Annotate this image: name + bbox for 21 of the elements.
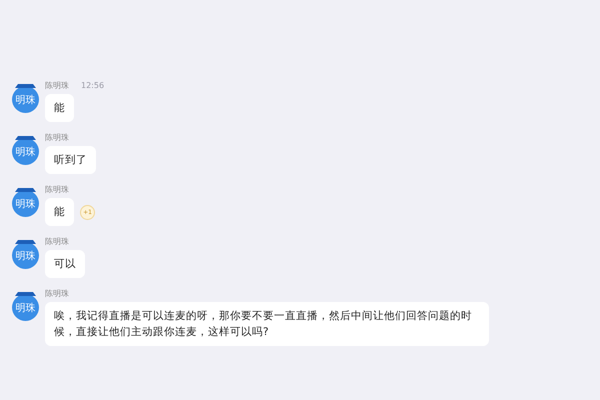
message-bubble: 唉，我记得直播是可以连麦的呀，那你要不要一直直播，然后中间让他们回答问题的时候，直接让他们主动跟你连麦，这样可以吗? xyxy=(45,302,489,346)
ribbon-icon xyxy=(15,240,36,245)
sender-name: 陈明珠 xyxy=(45,80,69,91)
message-bubble: 听到了 xyxy=(45,146,96,174)
ribbon-icon xyxy=(15,136,36,141)
sender-name: 陈明珠 xyxy=(45,132,69,143)
message-bubble: 能 xyxy=(45,198,74,226)
avatar[interactable]: 明珠 xyxy=(12,138,39,165)
message-bubble: 能 xyxy=(45,94,74,122)
message-time: 12:56 xyxy=(81,81,104,90)
sender-name: 陈明珠 xyxy=(45,236,69,247)
ribbon-icon xyxy=(15,292,36,297)
message-bubble: 可以 xyxy=(45,250,85,278)
ribbon-icon xyxy=(15,84,36,89)
ribbon-icon xyxy=(15,188,36,193)
avatar[interactable]: 明珠 xyxy=(12,294,39,321)
avatar[interactable]: 明珠 xyxy=(12,242,39,269)
avatar[interactable]: 明珠 xyxy=(12,190,39,217)
sender-name: 陈明珠 xyxy=(45,288,69,299)
avatar[interactable]: 明珠 xyxy=(12,86,39,113)
sender-name: 陈明珠 xyxy=(45,184,69,195)
